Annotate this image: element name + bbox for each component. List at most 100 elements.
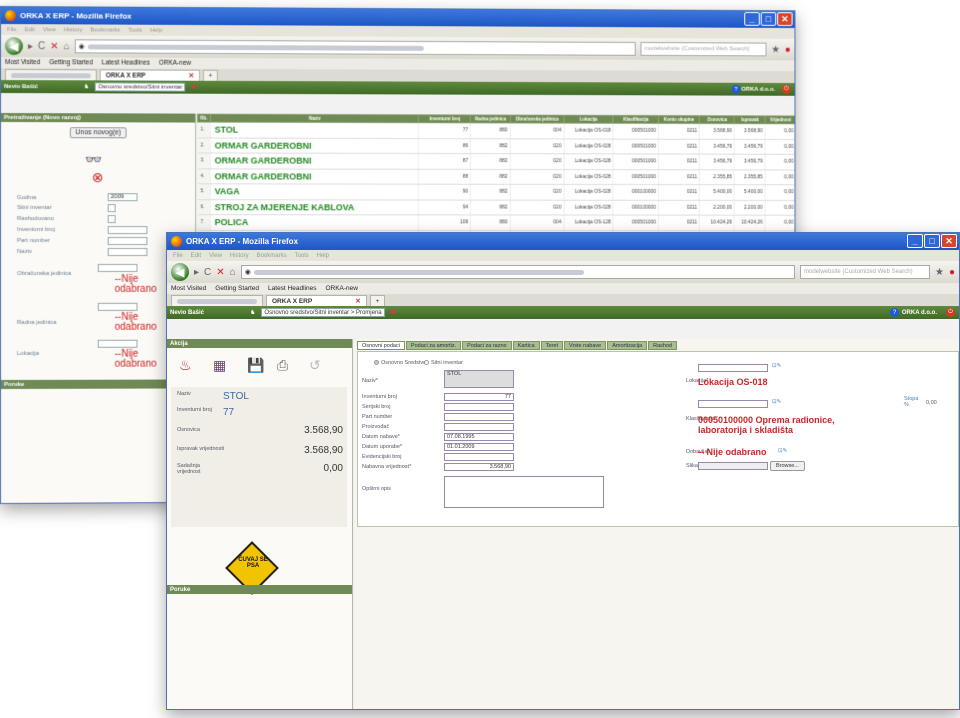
rashodovano-checkbox[interactable]	[108, 215, 116, 223]
lokacija-lookup-icon[interactable]: ⊡✎	[772, 363, 781, 369]
tab-4[interactable]: Teret	[541, 341, 563, 350]
bookmark-latest-headlines[interactable]: Latest Headlines	[102, 59, 150, 66]
stop-icon[interactable]: ✕	[50, 41, 58, 52]
back-arrow-icon[interactable]: ◀	[5, 37, 23, 55]
obracunska-input[interactable]	[98, 264, 138, 272]
sitni-checkbox[interactable]	[108, 204, 116, 212]
column-header[interactable]: Lokacija	[564, 115, 613, 123]
home-icon[interactable]: ⌂	[230, 267, 236, 278]
radio-osnovno-dot[interactable]	[374, 360, 379, 365]
close-tab-icon[interactable]: ✕	[355, 297, 360, 305]
klas-lookup-icon[interactable]: ⊡✎	[772, 399, 781, 405]
godina-select[interactable]: 2009	[108, 193, 138, 201]
dobavljac-lookup-icon[interactable]: ⊡✎	[778, 448, 787, 454]
part-input[interactable]	[108, 237, 148, 245]
radna-input[interactable]	[98, 303, 138, 311]
maximize-button[interactable]: □	[924, 234, 940, 248]
column-header[interactable]: Inventurni broj	[419, 115, 471, 123]
datum-uporabe-input[interactable]: 01.01.2009	[444, 443, 514, 451]
table-row[interactable]: 1. STOL 77 880 004 Lokacija OS-018 000501000 02…	[198, 122, 796, 139]
menu-view[interactable]: View	[209, 253, 222, 259]
evid-input[interactable]	[444, 453, 514, 461]
tab-1[interactable]: Podaci za amortiz.	[406, 341, 461, 350]
reload-icon[interactable]: C	[38, 41, 45, 52]
nabavna-input[interactable]: 3.568,90	[444, 463, 514, 471]
new-tab-button[interactable]: +	[370, 295, 386, 306]
bookmark-icon[interactable]: ★	[771, 44, 780, 55]
logout-icon[interactable]: ⏻	[782, 85, 791, 94]
table-row[interactable]: 3. ORMAR GARDEROBNI 87 882 020 Lokacija OS-02…	[198, 153, 796, 170]
radio-sitni[interactable]: Sitni inventar	[424, 360, 463, 366]
inventurni-input[interactable]	[108, 226, 148, 234]
bookmark-icon[interactable]: ★	[935, 267, 944, 278]
menu-bookmarks[interactable]: Bookmarks	[257, 253, 287, 259]
menu-view[interactable]: View	[43, 27, 56, 33]
bookmark-most-visited[interactable]: Most Visited	[5, 59, 40, 66]
serijski-input[interactable]	[444, 403, 514, 411]
close-module-icon[interactable]: ✖	[391, 309, 396, 316]
tab-0[interactable]: Osnovni podaci	[357, 341, 405, 350]
menu-history[interactable]: History	[64, 27, 83, 33]
module-select[interactable]: Osnovno sredstvo/Sitni inventar > Promje…	[261, 308, 384, 317]
help-icon[interactable]: ?	[732, 85, 741, 94]
bookmark-getting-started[interactable]: Getting Started	[49, 59, 93, 66]
column-header[interactable]: Obračunska jedinica	[510, 115, 564, 123]
minimize-button[interactable]: _	[907, 234, 923, 248]
naziv-input[interactable]	[108, 248, 148, 256]
opis-textarea[interactable]	[444, 476, 604, 508]
print-icon[interactable]: ⎙	[277, 357, 288, 374]
naziv-input[interactable]: STOL	[444, 370, 514, 388]
column-header[interactable]: Radna jedinica	[471, 115, 510, 123]
help-icon[interactable]: ?	[890, 308, 899, 317]
adblock-icon[interactable]: ●	[949, 267, 955, 278]
table-row[interactable]: 7. POLICA 109 880 004 Lokacija OS-128 00050100…	[198, 215, 796, 231]
table-row[interactable]: 6. STROJ ZA MJERENJE KABLOVA 94 882 020 Lokac…	[198, 199, 796, 215]
forward-arrow-icon[interactable]: ▸	[194, 267, 199, 278]
klas-input[interactable]	[698, 400, 768, 408]
stop-icon[interactable]: ✕	[216, 267, 224, 278]
adblock-icon[interactable]: ●	[785, 44, 791, 55]
column-header[interactable]: Klasifikacija	[613, 115, 658, 123]
back-arrow-icon[interactable]: ◀	[171, 263, 189, 281]
logout-icon[interactable]: ⏻	[946, 308, 955, 317]
radio-osnovno[interactable]: Osnovno Sredstvo	[374, 360, 426, 366]
bookmark-most-visited[interactable]: Most Visited	[171, 285, 206, 292]
part-input[interactable]	[444, 413, 514, 421]
lokacija-input[interactable]	[98, 340, 138, 348]
bookmark-orka-new[interactable]: ORKA-new	[325, 285, 358, 292]
tab-2[interactable]: Podaci za razno	[462, 341, 511, 350]
home-icon[interactable]: ⌂	[64, 41, 70, 52]
browser-tab-orka[interactable]: ORKA X ERP ✕	[100, 69, 200, 80]
bookmark-getting-started[interactable]: Getting Started	[215, 285, 259, 292]
close-module-icon[interactable]: ✖	[191, 84, 196, 91]
save-icon[interactable]: 💾	[247, 357, 264, 374]
column-header[interactable]: Ispravak	[734, 116, 765, 124]
tab-5[interactable]: Vrste nabave	[564, 341, 606, 350]
table-row[interactable]: 4. ORMAR GARDEROBNI 88 882 020 Lokacija OS-02…	[198, 168, 796, 184]
binoculars-icon[interactable]: 👓	[85, 151, 102, 168]
menu-file[interactable]: File	[173, 253, 183, 259]
tab-3[interactable]: Kartica	[513, 341, 540, 350]
maximize-button[interactable]: □	[761, 12, 776, 26]
tab-6[interactable]: Amortizacija	[607, 341, 647, 350]
close-button[interactable]: ✕	[777, 12, 792, 26]
close-button[interactable]: ✕	[941, 234, 957, 248]
lokacija-input[interactable]	[698, 364, 768, 372]
reload-icon[interactable]: C	[204, 267, 211, 278]
slika-input[interactable]	[698, 462, 768, 470]
menu-edit[interactable]: Edit	[191, 253, 201, 259]
browser-tab-orka[interactable]: ORKA X ERP ✕	[266, 295, 367, 306]
menu-edit[interactable]: Edit	[25, 27, 35, 33]
menu-tools[interactable]: Tools	[128, 27, 142, 33]
browser-tab-blurred[interactable]	[171, 295, 263, 306]
column-header[interactable]: Konto skupine	[659, 116, 700, 124]
search-input[interactable]: modelwebsite (Customized Web Search)	[641, 42, 767, 56]
column-header[interactable]: Osnovica	[700, 116, 735, 124]
table-row[interactable]: 2. ORMAR GARDEROBNI 86 882 020 Lokacija OS-02…	[198, 138, 796, 155]
calculator-icon[interactable]: ▦	[213, 357, 226, 374]
back-action-icon[interactable]: ♨	[179, 357, 192, 374]
browse-button[interactable]: Browse...	[770, 461, 805, 471]
bookmark-orka-new[interactable]: ORKA-new	[159, 60, 191, 67]
search-icon[interactable]: ⊗	[92, 169, 104, 186]
minimize-button[interactable]: _	[744, 12, 759, 26]
